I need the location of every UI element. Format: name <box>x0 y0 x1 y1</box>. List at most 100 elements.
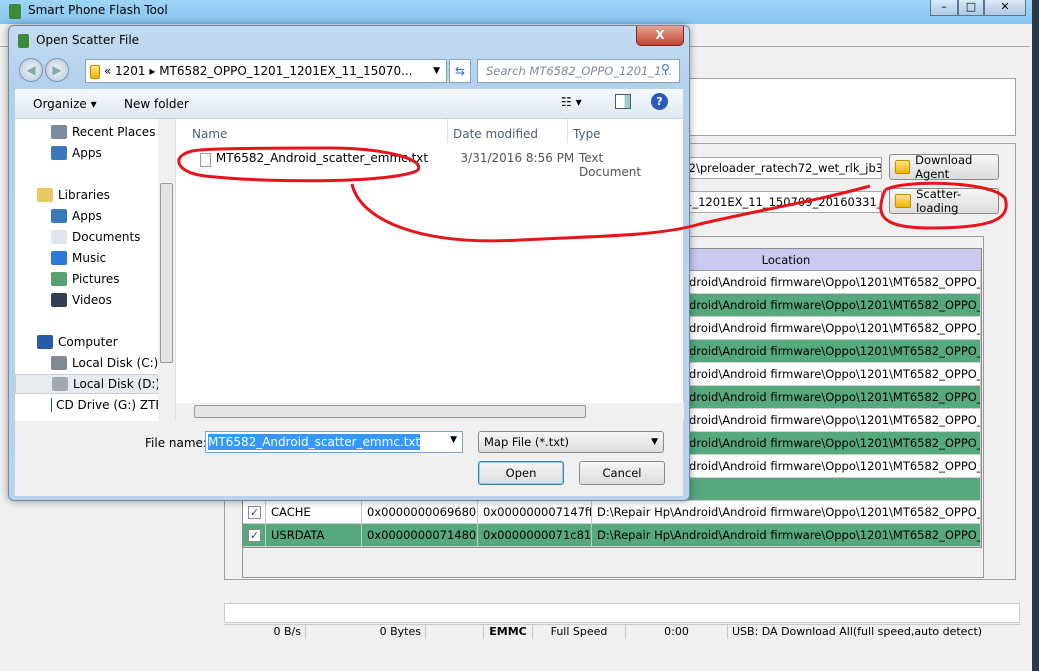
table-row[interactable]: ✓ USRDATA0x00000000714800000x0000000071c8… <box>243 524 981 547</box>
status-time: 0:00 <box>626 625 728 639</box>
file-name-input[interactable]: MT6582_Android_scatter_emmc.txt ▼ <box>205 431 463 453</box>
download-agent-button[interactable]: Download Agent <box>889 153 999 181</box>
nav-item[interactable]: Local Disk (D:) <box>15 374 163 394</box>
nav-item-label: Pictures <box>72 272 120 286</box>
dialog-footer: File name: MT6582_Android_scatter_emmc.t… <box>15 421 683 496</box>
status-usb-speed: Full Speed <box>533 625 626 639</box>
scroll-thumb[interactable] <box>194 405 586 418</box>
chevron-down-icon[interactable]: ▼ <box>450 435 457 445</box>
row-checkbox[interactable]: ✓ <box>248 506 261 519</box>
file-name-label: File name: <box>145 436 207 450</box>
search-input[interactable]: Search MT6582_OPPO_1201_1... <box>477 59 680 83</box>
progress-bar <box>224 603 1020 623</box>
status-bar: 0 B/s 0 Bytes EMMC Full Speed 0:00 USB: … <box>224 624 1020 639</box>
location-cell: D:\Repair Hp\Android\Android firmware\Op… <box>592 501 981 523</box>
file-name-value: MT6582_Android_scatter_emmc.txt <box>208 434 421 450</box>
file-type: Text Document <box>578 151 642 179</box>
nav-item[interactable]: Apps <box>15 143 163 163</box>
folder-icon <box>895 160 911 174</box>
cancel-button[interactable]: Cancel <box>579 461 665 485</box>
status-empty <box>426 625 484 639</box>
window-title: Smart Phone Flash Tool <box>28 3 168 17</box>
nav-item[interactable]: Local Disk (C:) <box>15 353 163 373</box>
nav-item[interactable]: Documents <box>15 227 163 247</box>
breadcrumb-overflow[interactable]: « <box>104 64 111 78</box>
end-address: 0x000000007147ffff <box>478 501 592 523</box>
music-icon <box>51 251 67 265</box>
nav-item-label: Libraries <box>58 188 110 202</box>
help-icon[interactable]: ? <box>651 93 668 110</box>
file-list: Name Date modified Type MT6582_Android_s… <box>175 119 684 421</box>
column-date-modified[interactable]: Date modified <box>453 127 538 141</box>
nav-item[interactable]: Pictures <box>15 269 163 289</box>
address-bar[interactable]: « 1201 ▸ MT6582_OPPO_1201_1201EX_11_1507… <box>85 59 447 83</box>
scroll-thumb[interactable] <box>160 183 173 363</box>
column-name[interactable]: Name <box>192 127 227 141</box>
file-row[interactable]: MT6582_Android_scatter_emmc.txt 3/31/201… <box>188 151 668 179</box>
scatter-path-select[interactable]: 1_1201EX_11_150709_20160331_2... <box>680 191 882 213</box>
file-date: 3/31/2016 8:56 PM <box>460 151 575 165</box>
download-agent-path[interactable]: .2\preloader_ratech72_wet_rlk_jb3.bin <box>680 157 882 179</box>
nav-item[interactable]: Recent Places <box>15 122 163 142</box>
scatter-loading-button[interactable]: Scatter-loading <box>889 187 999 215</box>
partition-name: USRDATA <box>266 524 362 546</box>
nav-item-label: Local Disk (D:) <box>73 377 161 391</box>
local-disk-icon <box>51 356 67 370</box>
nav-item[interactable]: CD Drive (G:) ZTE <box>15 395 163 415</box>
apps-icon <box>51 146 67 160</box>
back-button[interactable]: ◀ <box>19 58 43 82</box>
end-address: 0x0000000071c81fff <box>478 524 592 546</box>
libraries-icon <box>37 188 53 202</box>
maximize-button[interactable]: □ <box>958 0 984 16</box>
toolbar: Organize ▾ New folder ☷ ▾ ? <box>15 89 683 119</box>
partition-name: CACHE <box>266 501 362 523</box>
search-icon[interactable]: ⚲ <box>661 62 670 76</box>
nav-item[interactable]: Computer <box>15 332 163 352</box>
nav-item-label: Computer <box>58 335 118 349</box>
nav-item[interactable]: Videos <box>15 290 163 310</box>
organize-button[interactable]: Organize ▾ <box>33 97 97 111</box>
text-file-icon <box>200 153 211 167</box>
status-storage: EMMC <box>484 625 533 639</box>
scatter-loading-label: Scatter-loading <box>916 187 961 215</box>
begin-address: 0x0000000071480000 <box>362 524 478 546</box>
nav-item[interactable]: Libraries <box>15 185 163 205</box>
documents-icon <box>51 230 67 244</box>
table-row[interactable]: ✓ CACHE0x00000000696800000x000000007147ff… <box>243 501 981 524</box>
forward-button[interactable]: ▶ <box>45 58 69 82</box>
breadcrumb-item[interactable]: MT6582_OPPO_1201_1201EX_11_15070... <box>159 64 412 78</box>
apps-icon <box>51 209 67 223</box>
nav-item[interactable]: Music <box>15 248 163 268</box>
file-name: MT6582_Android_scatter_emmc.txt <box>215 151 429 165</box>
nav-item-label: Videos <box>72 293 112 307</box>
file-type-value: Map File (*.txt) <box>484 435 570 449</box>
breadcrumb-item[interactable]: 1201 <box>115 64 146 78</box>
horizontal-scrollbar[interactable] <box>176 403 684 421</box>
organize-label: Organize <box>33 97 87 111</box>
new-folder-button[interactable]: New folder <box>124 97 189 111</box>
nav-scrollbar[interactable] <box>158 119 175 421</box>
nav-item-label: Recent Places <box>72 125 156 139</box>
file-type-select[interactable]: Map File (*.txt) ▼ <box>478 431 664 453</box>
nav-item-label: Documents <box>72 230 141 244</box>
open-scatter-file-dialog: Open Scatter File X ◀ ▶ « 1201 ▸ MT6582_… <box>8 25 690 501</box>
download-agent-label: Download Agent <box>915 153 973 181</box>
status-mode: USB: DA Download All(full speed,auto det… <box>732 625 983 638</box>
minimize-button[interactable]: – <box>930 0 958 16</box>
begin-address: 0x0000000069680000 <box>362 501 478 523</box>
dialog-icon <box>18 34 29 48</box>
status-bytes: 0 Bytes <box>306 625 426 639</box>
column-type[interactable]: Type <box>573 127 601 141</box>
nav-item[interactable]: Apps <box>15 206 163 226</box>
dialog-title: Open Scatter File <box>36 33 140 47</box>
row-checkbox[interactable]: ✓ <box>248 529 261 542</box>
close-button[interactable]: ✕ <box>984 0 1026 16</box>
chevron-down-icon[interactable]: ▼ <box>433 60 440 82</box>
local-disk-icon <box>52 377 68 391</box>
refresh-icon[interactable]: ⇆ <box>449 59 471 83</box>
preview-pane-icon[interactable] <box>615 94 631 109</box>
view-options-icon[interactable]: ☷ ▾ <box>561 95 582 109</box>
nav-item-label: Local Disk (C:) <box>72 356 159 370</box>
dialog-close-button[interactable]: X <box>636 26 684 46</box>
open-button[interactable]: Open <box>478 461 564 485</box>
